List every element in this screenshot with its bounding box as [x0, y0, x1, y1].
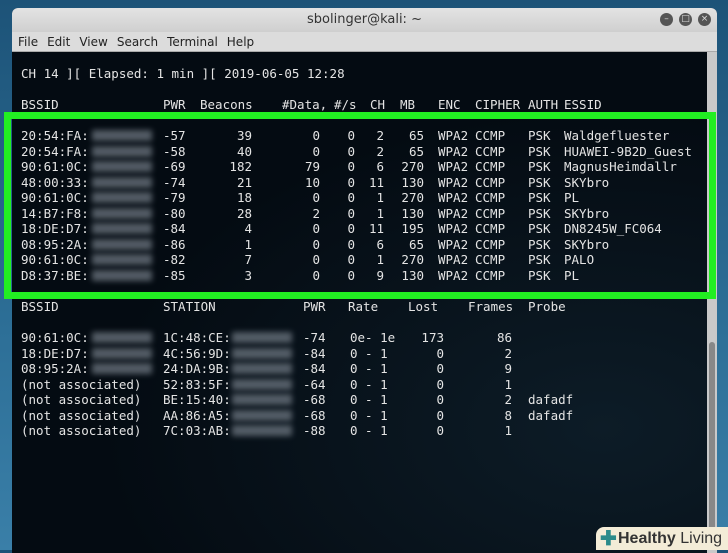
redacted-mac: [92, 332, 152, 343]
ap-header-9: AUTH: [528, 97, 559, 112]
station-header-2: PWR: [303, 299, 326, 314]
scrollbar-thumb[interactable]: [709, 342, 715, 542]
station-cell: -64: [303, 376, 326, 392]
menu-search[interactable]: Search: [117, 32, 158, 51]
ap-header-8: CIPHER: [475, 97, 521, 112]
window-title: sbolinger@kali: ~: [307, 12, 422, 27]
station-cell: 0 - 1: [350, 345, 388, 361]
station-cell: 0 - 1: [350, 392, 388, 407]
menu-help[interactable]: Help: [227, 32, 254, 51]
ap-header-4: #/s: [334, 97, 357, 112]
station-cell: 0: [436, 423, 444, 438]
ap-header-0: BSSID: [21, 97, 59, 112]
menu-terminal[interactable]: Terminal: [167, 32, 218, 51]
redacted-mac: [232, 378, 292, 390]
station-cell: -68: [303, 392, 326, 407]
watermark: ✚ Healthy Living: [596, 527, 728, 550]
menu-view[interactable]: View: [79, 32, 107, 51]
station-cell: 0 - 1: [350, 376, 388, 392]
redacted-mac: [232, 394, 292, 405]
ap-header-2: Beacons: [200, 97, 253, 112]
station-header-6: Probe: [528, 299, 566, 314]
station-cell: dafadf: [528, 392, 574, 407]
station-cell: 90:61:0C:: [21, 330, 89, 345]
redacted-mac: [92, 347, 152, 359]
station-cell: AA:86:A5:: [163, 407, 231, 423]
station-cell: 18:DE:D7:: [21, 345, 89, 361]
station-cell: -74: [303, 330, 326, 345]
station-cell: 24:DA:9B:: [163, 361, 231, 376]
station-cell: 0 - 1: [350, 361, 388, 376]
station-cell: 1: [504, 423, 512, 438]
redacted-mac: [92, 363, 152, 374]
plus-logo-icon: ✚: [600, 528, 617, 550]
station-cell: BE:15:40:: [163, 392, 231, 407]
redacted-mac: [232, 425, 292, 436]
station-cell: (not associated): [21, 407, 142, 423]
redacted-mac: [232, 409, 292, 421]
ap-header-6: MB: [400, 97, 416, 112]
station-cell: 2: [504, 345, 512, 361]
title-bar: sbolinger@kali: ~ – □ ×: [12, 8, 717, 32]
station-cell: 86: [496, 330, 512, 345]
station-cell: 7C:03:AB:: [163, 423, 231, 438]
station-cell: (not associated): [21, 392, 142, 407]
station-cell: -84: [303, 345, 326, 361]
maximize-icon[interactable]: □: [679, 13, 692, 26]
station-header-5: Frames: [468, 299, 514, 314]
station-cell: 0: [436, 361, 444, 376]
station-header-1: STATION: [163, 299, 216, 314]
ap-header-10: ESSID: [564, 97, 602, 112]
watermark-suffix: Living: [680, 530, 723, 547]
station-cell: 2: [504, 392, 512, 407]
redacted-mac: [232, 363, 292, 374]
station-cell: 52:83:5F:: [163, 376, 231, 392]
highlight-box: [4, 112, 716, 299]
station-cell: -68: [303, 407, 326, 423]
station-cell: 0: [436, 376, 444, 392]
ap-header-1: PWR: [163, 97, 186, 112]
ap-header-3: #Data,: [282, 97, 328, 112]
station-header-3: Rate: [348, 299, 379, 314]
station-cell: 1C:48:CE:: [163, 330, 231, 345]
station-cell: -88: [303, 423, 326, 438]
station-cell: 9: [504, 361, 512, 376]
ap-header-7: ENC: [438, 97, 461, 112]
redacted-mac: [232, 332, 292, 343]
menu-bar: File Edit View Search Terminal Help: [12, 32, 717, 52]
station-cell: (not associated): [21, 376, 142, 392]
redacted-mac: [232, 347, 292, 359]
menu-file[interactable]: File: [18, 32, 38, 51]
station-cell: 0 - 1: [350, 407, 388, 423]
station-cell: -84: [303, 361, 326, 376]
station-cell: 4C:56:9D:: [163, 345, 231, 361]
station-cell: 1: [504, 376, 512, 392]
station-cell: 173: [421, 330, 444, 345]
menu-edit[interactable]: Edit: [47, 32, 70, 51]
watermark-brand: Healthy: [618, 530, 676, 547]
close-icon[interactable]: ×: [698, 13, 711, 26]
station-cell: 0: [436, 407, 444, 423]
station-cell: 0: [436, 345, 444, 361]
minimize-icon[interactable]: –: [660, 13, 673, 26]
station-header-4: Lost: [408, 299, 439, 314]
station-header-0: BSSID: [21, 299, 59, 314]
station-cell: 8: [504, 407, 512, 423]
status-line: CH 14 ][ Elapsed: 1 min ][ 2019-06-05 12…: [21, 66, 345, 81]
station-cell: dafadf: [528, 407, 574, 423]
station-cell: 0 - 1: [350, 423, 388, 438]
station-cell: 08:95:2A:: [21, 361, 89, 376]
station-cell: 0: [436, 392, 444, 407]
station-cell: (not associated): [21, 423, 142, 438]
ap-header-5: CH: [370, 97, 386, 112]
